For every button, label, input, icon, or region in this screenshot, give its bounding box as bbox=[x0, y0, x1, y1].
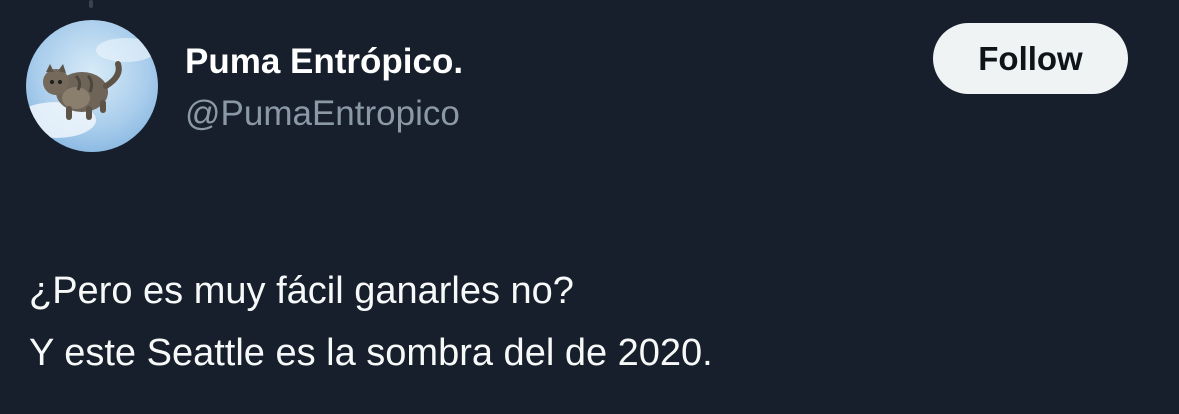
tweet-text: ¿Pero es muy fácil ganarles no? Y este S… bbox=[29, 260, 713, 384]
cat-avatar-icon bbox=[26, 20, 158, 152]
tweet-text-line: Y este Seattle es la sombra del de 2020. bbox=[29, 332, 713, 374]
author-display-name[interactable]: Puma Entrópico. bbox=[185, 40, 463, 84]
avatar[interactable] bbox=[26, 20, 158, 152]
thread-connector-line bbox=[89, 0, 93, 8]
tweet-card: Puma Entrópico. @PumaEntropico Follow ¿P… bbox=[0, 0, 1179, 414]
follow-button[interactable]: Follow bbox=[933, 23, 1128, 94]
tweet-text-line: ¿Pero es muy fácil ganarles no? bbox=[29, 270, 574, 312]
author-handle[interactable]: @PumaEntropico bbox=[185, 92, 460, 136]
